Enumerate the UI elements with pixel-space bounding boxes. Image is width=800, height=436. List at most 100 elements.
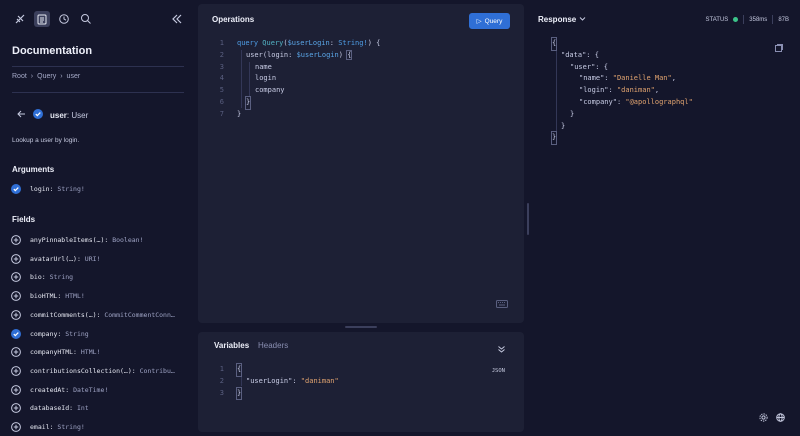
- field-type[interactable]: Boolean!: [112, 236, 143, 244]
- indent-guide: [241, 50, 242, 108]
- add-circle-icon[interactable]: [11, 291, 21, 301]
- field-type[interactable]: String!: [57, 423, 84, 431]
- field-type[interactable]: Int: [77, 404, 89, 412]
- arguments-heading: Arguments: [12, 165, 55, 174]
- json-key: "company": [579, 98, 617, 106]
- docs-icon[interactable]: [34, 11, 50, 27]
- argument-type[interactable]: String!: [57, 185, 84, 193]
- field-row[interactable]: anyPinnableItems(…): Boolean!: [11, 234, 144, 246]
- argument-row[interactable]: login: String!: [11, 183, 85, 195]
- field-name: contributionsCollection(…): [30, 366, 132, 375]
- documentation-sidebar: Documentation Root › Query › user user: …: [0, 0, 196, 436]
- line-number: 4: [219, 74, 224, 83]
- query-editor[interactable]: 1 2 3 4 5 6 7 query Query($userLogin: St…: [210, 38, 510, 128]
- field-type[interactable]: String: [65, 330, 88, 338]
- type-field-name: user: [50, 110, 67, 120]
- line-number: 6: [219, 98, 224, 106]
- field-row[interactable]: avatarUrl(…): URI!: [11, 253, 100, 265]
- response-size: 87B: [778, 16, 789, 23]
- code-line-3: }: [235, 386, 243, 401]
- field-name: bioHTML: [30, 292, 58, 301]
- response-pane: Response STATUS 358ms 87B { "data": { "u…: [530, 0, 800, 436]
- status-label: STATUS: [705, 16, 729, 23]
- add-circle-icon[interactable]: [11, 253, 21, 264]
- field-row[interactable]: contributionsCollection(…): Contribu…: [11, 365, 175, 377]
- line-number: 2: [219, 376, 224, 385]
- line-number: 2: [219, 50, 224, 59]
- copy-icon[interactable]: [775, 39, 783, 57]
- operations-title: Operations: [212, 15, 255, 24]
- field-row[interactable]: email: String!: [11, 421, 85, 433]
- breadcrumb: Root › Query › user: [12, 73, 80, 80]
- json-value: "Danielle Man": [612, 74, 672, 83]
- add-circle-icon[interactable]: [11, 235, 21, 245]
- history-icon[interactable]: [56, 11, 72, 27]
- line-number: 1: [219, 39, 224, 47]
- globe-icon[interactable]: [776, 409, 785, 427]
- field-type[interactable]: DateTime!: [73, 386, 108, 394]
- type-name[interactable]: User: [71, 111, 88, 120]
- argument-name: login: [30, 185, 50, 193]
- field-name: commitComments(…): [30, 310, 97, 319]
- field-row[interactable]: companyHTML: HTML!: [11, 346, 100, 358]
- back-arrow-icon[interactable]: [16, 109, 26, 121]
- pane-resize-handle[interactable]: [527, 203, 529, 235]
- field-type[interactable]: HTML!: [81, 348, 101, 356]
- variables-editor[interactable]: 1 2 3 { "userLogin": "daniman" }: [210, 363, 490, 404]
- json-key: "data": [561, 50, 587, 59]
- json-value: "daniman": [616, 86, 655, 95]
- add-circle-icon[interactable]: [11, 384, 21, 395]
- field-name: bio: [30, 273, 42, 282]
- chevron-right-icon: ›: [60, 73, 63, 80]
- field-row[interactable]: bioHTML: HTML!: [11, 290, 85, 302]
- search-icon[interactable]: [78, 11, 94, 27]
- json-key: "name": [579, 74, 605, 83]
- run-query-button[interactable]: ▷ Query: [469, 13, 510, 29]
- chevron-down-icon: [579, 15, 586, 24]
- field-type[interactable]: URI!: [85, 255, 101, 263]
- check-circle-icon[interactable]: [11, 184, 21, 194]
- collapse-sidebar-icon[interactable]: [170, 12, 184, 26]
- field-row[interactable]: databaseId: Int: [11, 402, 89, 414]
- settings-gear-icon[interactable]: [759, 409, 768, 427]
- field-row[interactable]: commitComments(…): CommitCommentConn…: [11, 309, 175, 321]
- field-type[interactable]: Contribu…: [140, 367, 175, 375]
- add-circle-icon[interactable]: [11, 309, 21, 320]
- add-circle-icon[interactable]: [11, 347, 21, 358]
- response-title[interactable]: Response: [538, 15, 586, 24]
- field-type[interactable]: HTML!: [65, 292, 85, 300]
- breadcrumb-query[interactable]: Query: [37, 73, 56, 80]
- keyboard-icon[interactable]: [496, 295, 508, 313]
- add-circle-icon[interactable]: [11, 422, 21, 432]
- indent-guide: [249, 62, 250, 96]
- response-viewer: { "data": { "user": { "name": "Danielle …: [550, 37, 772, 148]
- explorer-icon[interactable]: [12, 11, 28, 27]
- sidebar-toolbar: [12, 11, 94, 27]
- collapse-chevron-icon[interactable]: [497, 341, 506, 359]
- add-circle-icon[interactable]: [11, 403, 21, 414]
- field-type[interactable]: String: [50, 273, 73, 281]
- code-line-6: }: [244, 96, 252, 110]
- panel-resize-handle[interactable]: [345, 326, 377, 328]
- indent-guide: [556, 50, 557, 133]
- chevron-right-icon: ›: [30, 73, 34, 80]
- field-name: company: [30, 329, 58, 338]
- field-name: databaseId: [30, 404, 70, 413]
- breadcrumb-root[interactable]: Root: [12, 73, 27, 80]
- code-line-5: company: [255, 86, 285, 95]
- field-name: createdAt: [30, 385, 66, 394]
- tab-headers[interactable]: Headers: [258, 341, 288, 350]
- check-circle-icon[interactable]: [11, 328, 21, 339]
- add-circle-icon[interactable]: [11, 365, 21, 376]
- response-title-label: Response: [538, 15, 577, 24]
- field-row[interactable]: createdAt: DateTime!: [11, 384, 108, 396]
- field-type[interactable]: CommitCommentConn…: [104, 311, 174, 319]
- tab-variables[interactable]: Variables: [214, 341, 249, 350]
- code-line-4: login: [255, 74, 277, 83]
- code-line-2: user(login: $userLogin) {: [246, 49, 353, 60]
- field-row[interactable]: bio: String: [11, 271, 73, 283]
- field-row[interactable]: company: String: [11, 328, 89, 340]
- add-circle-icon[interactable]: [11, 272, 21, 283]
- field-name: email: [30, 423, 50, 431]
- line-number: 3: [219, 388, 224, 397]
